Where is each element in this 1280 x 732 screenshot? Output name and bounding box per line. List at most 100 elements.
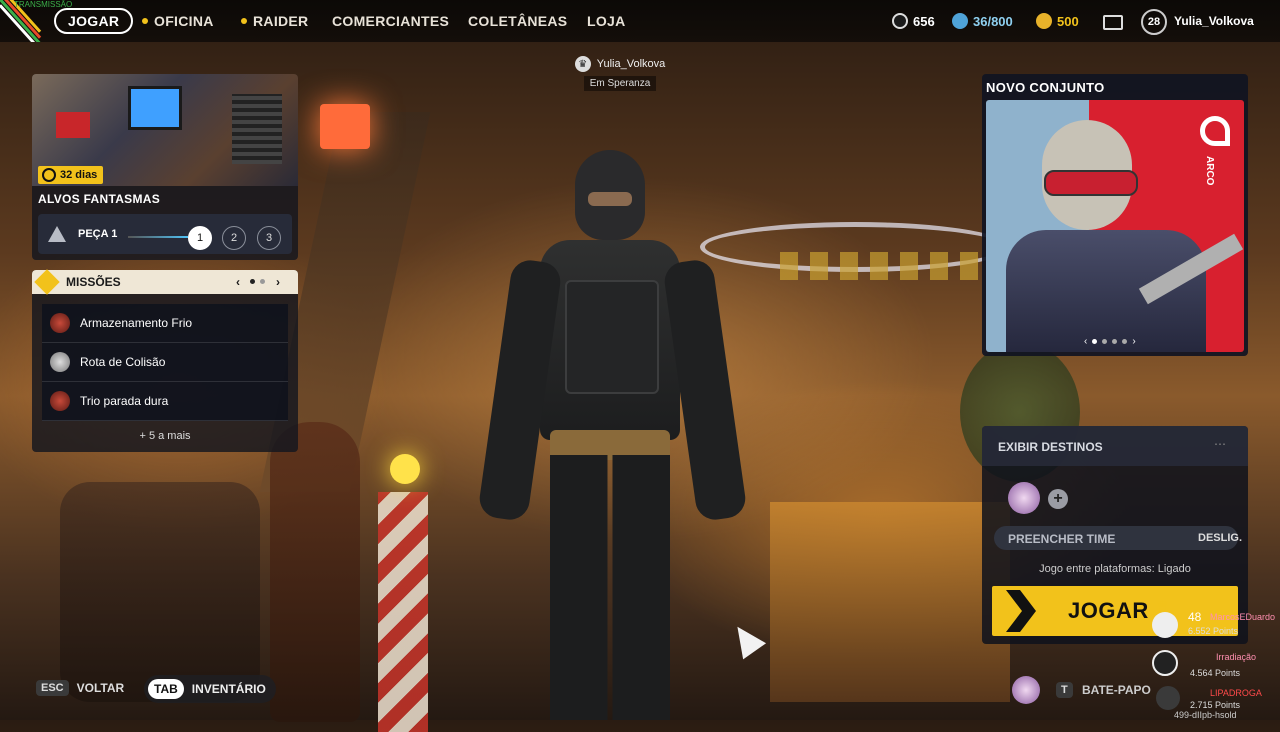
event-step-2[interactable]: 2 <box>222 226 246 250</box>
promo-body <box>1006 230 1206 352</box>
credits-icon <box>952 13 968 29</box>
overlay-avatar <box>1152 612 1178 638</box>
fill-team-value: DESLIG. <box>1198 532 1243 544</box>
chat-label: BATE-PAPO <box>1082 683 1151 697</box>
currency-credits[interactable]: 36/800 <box>952 0 1013 42</box>
stream-overlay: ♛ 48 MarcosEDuardo 6.552 Points Irradiaç… <box>1150 598 1280 720</box>
event-progress-bar: PEÇA 1 1 2 3 <box>38 214 292 254</box>
promo-carousel-nav[interactable]: ‹ › <box>1084 336 1136 347</box>
promo-panel[interactable]: NOVO CONJUNTO ARCO ‹ › <box>982 74 1248 356</box>
thumbnail-screen <box>128 86 182 130</box>
character-location: Em Speranza <box>583 76 657 91</box>
overlay-entry: ♛ 48 MarcosEDuardo 6.552 Points <box>1150 598 1280 638</box>
inventory-key: TAB <box>148 679 184 699</box>
overlay-entry: LIPADROGA 2.715 Points 499-dIIpb-hsold <box>1150 684 1280 720</box>
more-dots-icon[interactable]: ⋯ <box>1214 437 1226 451</box>
promo-brand-logo-icon <box>1200 116 1230 146</box>
event-timer-badge: 32 dias <box>38 166 104 184</box>
inventory-label: INVENTÁRIO <box>191 682 266 696</box>
overlay-avatar <box>1156 686 1180 710</box>
missions-panel: MISSÕES ‹ › Armazenamento Frio Rota de C… <box>32 269 298 452</box>
back-key: ESC <box>36 680 69 696</box>
overlay-username: MarcosEDuardo <box>1210 612 1276 622</box>
triangle-piece-icon <box>48 226 66 242</box>
event-progress-line <box>128 236 188 238</box>
stopwatch-icon <box>42 168 56 182</box>
missions-title: MISSÕES <box>66 275 121 289</box>
character-legs <box>550 455 670 720</box>
mission-avatar-icon <box>50 391 70 411</box>
inventory-control[interactable]: TAB INVENTÁRIO <box>144 675 276 703</box>
missions-more-link[interactable]: + 5 a mais <box>32 430 298 442</box>
destinations-header[interactable]: EXIBIR DESTINOS ⋯ <box>982 426 1248 466</box>
overlay-rank: 48 <box>1188 610 1202 624</box>
overlay-points: 4.564 Points <box>1190 668 1241 678</box>
chat-avatar <box>1012 676 1040 704</box>
nav-tab-oficina[interactable]: OFICINA <box>142 0 214 42</box>
chat-key: T <box>1056 682 1073 698</box>
event-step-1[interactable]: 1 <box>188 226 212 250</box>
fill-team-toggle[interactable]: PREENCHER TIME DESLIG. <box>994 526 1242 550</box>
mission-item[interactable]: Trio parada dura <box>42 382 288 421</box>
scene-yellow-lamp <box>390 454 420 484</box>
missions-prev-icon[interactable]: ‹ <box>236 275 240 289</box>
scene-bg-crowd <box>60 482 260 702</box>
overlay-username: Irradiação <box>1216 652 1257 662</box>
overlay-code: 499-dIIpb-hsold <box>1174 710 1237 720</box>
player-level-badge: 28 <box>1141 9 1167 35</box>
currency-tokens[interactable]: 500 <box>1036 0 1079 42</box>
promo-brand-text: ARCO <box>1204 156 1215 186</box>
promo-image: ARCO ‹ › <box>986 100 1244 352</box>
nav-tab-comerciantes[interactable]: COMERCIANTES <box>332 0 449 42</box>
fill-team-label: PREENCHER TIME <box>1008 532 1116 546</box>
play-button-label: JOGAR <box>1068 598 1149 623</box>
missions-next-icon[interactable]: › <box>276 275 280 289</box>
mission-item[interactable]: Rota de Colisão <box>42 343 288 382</box>
scene-lamp-red <box>320 104 370 149</box>
mission-avatar-icon <box>50 313 70 333</box>
mission-avatar-icon <box>50 352 70 372</box>
overlay-points: 6.552 Points <box>1188 626 1239 636</box>
thumbnail-crate <box>56 112 90 138</box>
missions-list: Armazenamento Frio Rota de Colisão Trio … <box>42 304 288 421</box>
event-piece-label: PEÇA 1 <box>78 228 118 240</box>
back-label: VOLTAR <box>76 681 125 695</box>
promo-title: NOVO CONJUNTO <box>986 80 1105 95</box>
mission-item[interactable]: Armazenamento Frio <box>42 304 288 343</box>
add-party-member-icon[interactable]: + <box>1048 489 1068 509</box>
overlay-username: LIPADROGA <box>1210 688 1262 698</box>
mail-icon[interactable] <box>1103 15 1123 30</box>
scene-bar-counter <box>770 502 1010 702</box>
player-character <box>477 150 748 720</box>
overlay-entry: Irradiação 4.564 Points <box>1150 648 1280 682</box>
missions-header: MISSÕES ‹ › <box>32 269 298 295</box>
top-navigation-bar: TRANSMISSÃO JOGAR OFICINA RAIDER COMERCI… <box>0 0 1280 42</box>
nav-tab-jogar[interactable]: JOGAR <box>54 0 134 42</box>
scene-person-left <box>270 422 360 722</box>
event-title: ALVOS FANTASMAS <box>38 192 161 206</box>
missions-page-dots <box>250 279 265 284</box>
overlay-avatar <box>1152 650 1178 676</box>
character-eye-slit <box>588 192 632 206</box>
chat-bar[interactable]: T BATE-PAPO <box>1012 676 1162 704</box>
carousel-prev-icon[interactable]: ‹ <box>1084 336 1087 347</box>
carousel-next-icon[interactable]: › <box>1132 336 1135 347</box>
nav-tab-coletaneas[interactable]: COLETÂNEAS <box>468 0 567 42</box>
event-panel[interactable]: 32 dias ALVOS FANTASMAS PEÇA 1 1 2 3 <box>32 74 298 260</box>
currency-coins[interactable]: 656 <box>892 0 935 42</box>
destinations-label: EXIBIR DESTINOS <box>998 440 1103 454</box>
character-vest <box>565 280 659 394</box>
notification-dot-icon <box>241 18 247 24</box>
thumbnail-rack <box>232 94 282 164</box>
coin-icon <box>892 13 908 29</box>
nav-tab-loja[interactable]: LOJA <box>587 0 626 42</box>
party-member-avatar[interactable] <box>1008 482 1040 514</box>
event-step-3[interactable]: 3 <box>257 226 281 250</box>
character-name: Yulia_Volkova <box>596 58 666 70</box>
back-control[interactable]: ESC VOLTAR <box>36 680 124 696</box>
play-arrow-icon <box>1006 590 1036 632</box>
promo-goggles <box>1044 170 1138 196</box>
player-name[interactable]: Yulia_Volkova <box>1174 14 1254 28</box>
nav-tab-raider[interactable]: RAIDER <box>241 0 308 42</box>
scene-bunting <box>780 252 980 280</box>
